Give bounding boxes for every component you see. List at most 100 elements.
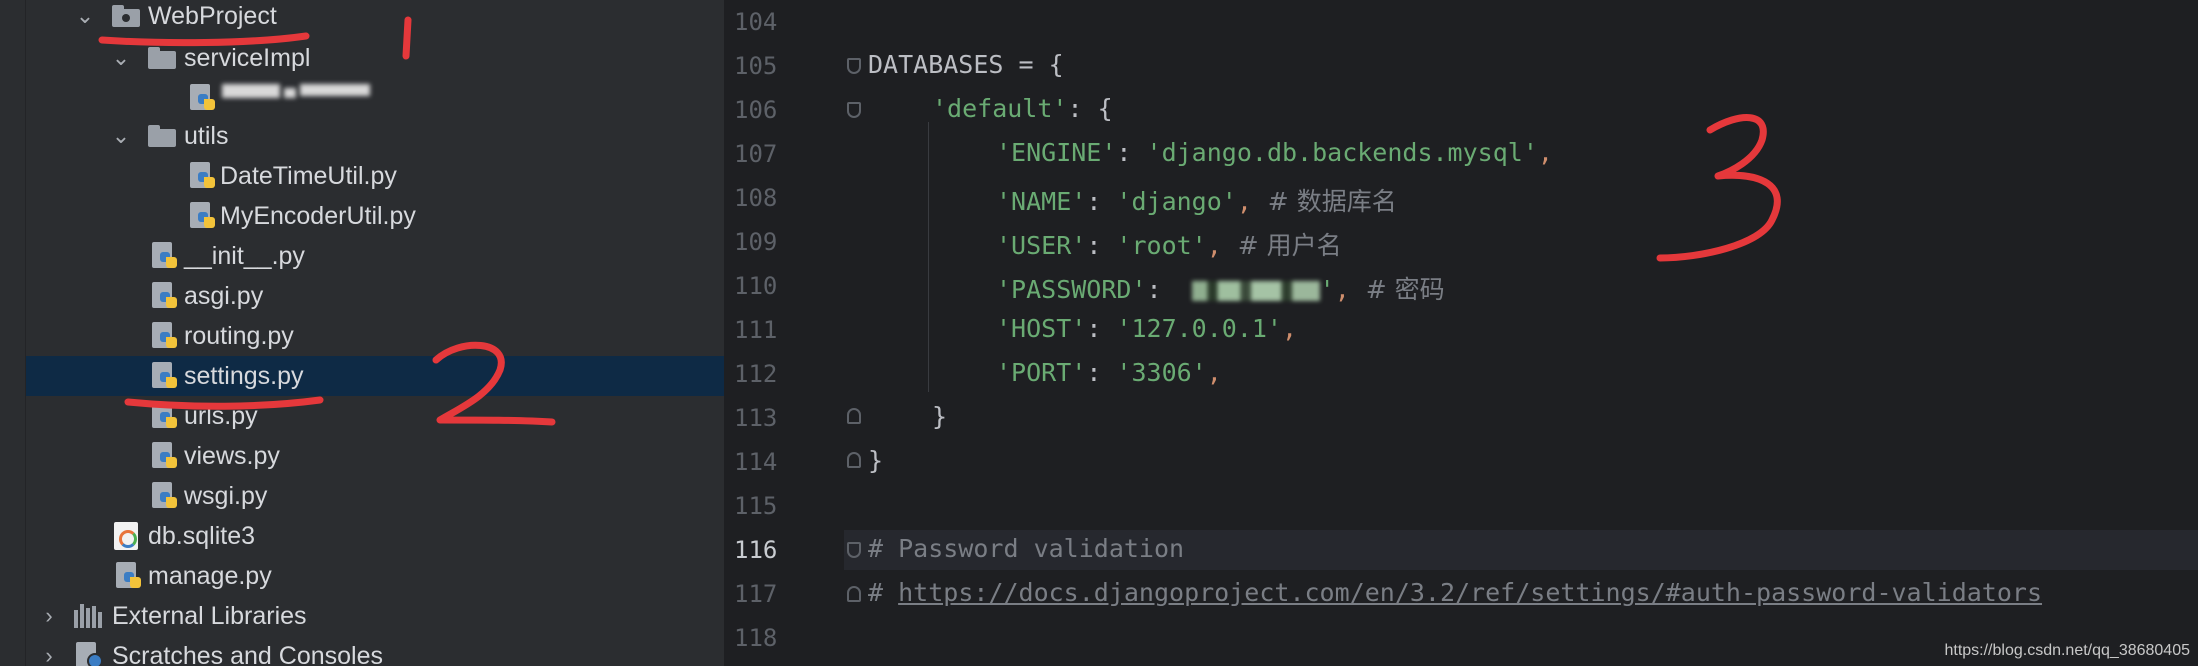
string-key: 'default' bbox=[932, 94, 1068, 123]
chevron-right-icon[interactable]: › bbox=[38, 643, 60, 666]
string-value: 'root' bbox=[1116, 231, 1207, 260]
code-line-113: } bbox=[932, 402, 948, 431]
line-number: 117 bbox=[734, 580, 778, 608]
code-line-114: } bbox=[868, 446, 884, 475]
line-number: 115 bbox=[734, 492, 778, 520]
code-line-109: 'USER': 'root', # 用户名 bbox=[996, 226, 1342, 262]
python-file-icon bbox=[152, 242, 178, 270]
operator: : bbox=[1086, 231, 1117, 260]
code-line-105: DATABASES = { bbox=[868, 50, 1064, 79]
scratches-icon bbox=[76, 642, 104, 666]
chevron-down-icon[interactable]: ⌄ bbox=[74, 3, 96, 28]
chevron-right-icon[interactable]: › bbox=[38, 603, 60, 628]
string-key: 'NAME' bbox=[996, 187, 1087, 216]
code-line-110: 'PASSWORD': ', # 密码 bbox=[996, 270, 1445, 306]
tree-item-label: Scratches and Consoles bbox=[112, 641, 383, 666]
tree-item-label: MyEncoderUtil.py bbox=[220, 201, 416, 230]
chevron-down-icon[interactable]: ⌄ bbox=[110, 123, 132, 148]
tree-item-label: routing.py bbox=[184, 321, 294, 350]
string-value: '3306' bbox=[1116, 358, 1207, 387]
tree-item-urls[interactable]: urls.py bbox=[26, 396, 724, 436]
database-file-icon bbox=[114, 522, 138, 550]
fold-marker-icon[interactable] bbox=[847, 58, 861, 74]
line-number: 105 bbox=[734, 52, 778, 80]
tree-item-wsgi[interactable]: wsgi.py bbox=[26, 476, 724, 516]
fold-marker-icon[interactable] bbox=[847, 102, 861, 118]
tree-item-label: serviceImpl bbox=[184, 43, 311, 72]
tree-item-serviceimpl[interactable]: ⌄ serviceImpl bbox=[26, 38, 724, 78]
code-line-108: 'NAME': 'django', # 数据库名 bbox=[996, 182, 1397, 218]
python-file-icon bbox=[152, 282, 178, 310]
line-number: 112 bbox=[734, 360, 778, 388]
python-file-icon bbox=[190, 162, 216, 190]
tree-item-label: DateTimeUtil.py bbox=[220, 161, 397, 190]
line-number: 108 bbox=[734, 184, 778, 212]
libraries-icon bbox=[74, 604, 104, 628]
docs-link[interactable]: https://docs.djangoproject.com/en/3.2/re… bbox=[898, 578, 2042, 607]
python-file-icon bbox=[190, 84, 216, 112]
redacted-filename bbox=[222, 84, 370, 98]
tree-item-label: settings.py bbox=[184, 361, 304, 390]
python-file-icon bbox=[116, 562, 142, 590]
code-line-111: 'HOST': '127.0.0.1', bbox=[996, 314, 1297, 343]
tree-item-manage[interactable]: manage.py bbox=[26, 556, 724, 596]
code-line-116: # Password validation bbox=[868, 534, 1185, 563]
line-number: 114 bbox=[734, 448, 778, 476]
fold-marker-icon[interactable] bbox=[847, 542, 861, 558]
tree-item-external-libraries[interactable]: › External Libraries bbox=[26, 596, 724, 636]
fold-end-marker-icon[interactable] bbox=[847, 452, 861, 468]
watermark: https://blog.csdn.net/qq_38680405 bbox=[1944, 642, 2190, 659]
code-line-117: # https://docs.djangoproject.com/en/3.2/… bbox=[868, 578, 2042, 607]
code-editor[interactable]: 104 105 106 107 108 109 110 111 112 113 … bbox=[724, 0, 2198, 666]
comment: # 用户名 bbox=[1221, 231, 1342, 260]
tree-item-label: __init__.py bbox=[184, 241, 305, 270]
tree-item-utils[interactable]: ⌄ utils bbox=[26, 116, 724, 156]
tree-item-datetimeutil[interactable]: DateTimeUtil.py bbox=[26, 156, 724, 196]
comma: , bbox=[1334, 275, 1350, 304]
python-file-icon bbox=[152, 402, 178, 430]
fold-end-marker-icon[interactable] bbox=[847, 586, 861, 602]
tree-item-routing[interactable]: routing.py bbox=[26, 316, 724, 356]
string-key: 'PORT' bbox=[996, 358, 1087, 387]
tree-item-scratches-and-consoles[interactable]: › Scratches and Consoles bbox=[26, 636, 724, 666]
python-file-icon bbox=[190, 202, 216, 230]
comment: # 数据库名 bbox=[1251, 187, 1397, 216]
line-number: 104 bbox=[734, 8, 778, 36]
folder-icon bbox=[112, 5, 140, 27]
tree-item-label: WebProject bbox=[148, 1, 277, 30]
python-file-icon bbox=[152, 442, 178, 470]
tree-item-db-sqlite3[interactable]: db.sqlite3 bbox=[26, 516, 724, 556]
operator: : bbox=[1086, 314, 1117, 343]
comma: , bbox=[1236, 187, 1252, 216]
tree-item-label: urls.py bbox=[184, 401, 258, 430]
tree-item-label: External Libraries bbox=[112, 601, 307, 630]
project-tree-panel: ⌄ WebProject ⌄ serviceImpl ⌄ utils DateT… bbox=[0, 0, 724, 666]
tree-item-views[interactable]: views.py bbox=[26, 436, 724, 476]
line-number: 106 bbox=[734, 96, 778, 124]
folder-icon bbox=[148, 47, 176, 69]
python-file-icon bbox=[152, 362, 178, 390]
comment-hash: # bbox=[868, 578, 899, 607]
chevron-down-icon[interactable]: ⌄ bbox=[110, 45, 132, 70]
fold-end-marker-icon[interactable] bbox=[847, 408, 861, 424]
tree-item-label: db.sqlite3 bbox=[148, 521, 256, 550]
tree-item-settings[interactable]: settings.py bbox=[26, 356, 724, 396]
tree-item-blurred-file[interactable] bbox=[26, 78, 724, 118]
operator: : bbox=[1086, 358, 1117, 387]
string-quote: ' bbox=[1319, 275, 1335, 304]
tree-left-gutter bbox=[0, 0, 26, 666]
line-number: 111 bbox=[734, 316, 778, 344]
tree-item-myencoderutil[interactable]: MyEncoderUtil.py bbox=[26, 196, 724, 236]
comma: , bbox=[1282, 314, 1298, 343]
tree-item-label: asgi.py bbox=[184, 281, 264, 310]
tree-item-asgi[interactable]: asgi.py bbox=[26, 276, 724, 316]
redacted-password bbox=[1191, 281, 1320, 301]
string-value: 'django.db.backends.mysql' bbox=[1146, 138, 1538, 167]
code-line-112: 'PORT': '3306', bbox=[996, 358, 1222, 387]
comma: , bbox=[1206, 231, 1222, 260]
tree-item-webproject[interactable]: ⌄ WebProject bbox=[26, 0, 724, 36]
string-value: '127.0.0.1' bbox=[1116, 314, 1282, 343]
python-file-icon bbox=[152, 322, 178, 350]
identifier: DATABASES bbox=[868, 50, 1004, 79]
tree-item-init[interactable]: __init__.py bbox=[26, 236, 724, 276]
